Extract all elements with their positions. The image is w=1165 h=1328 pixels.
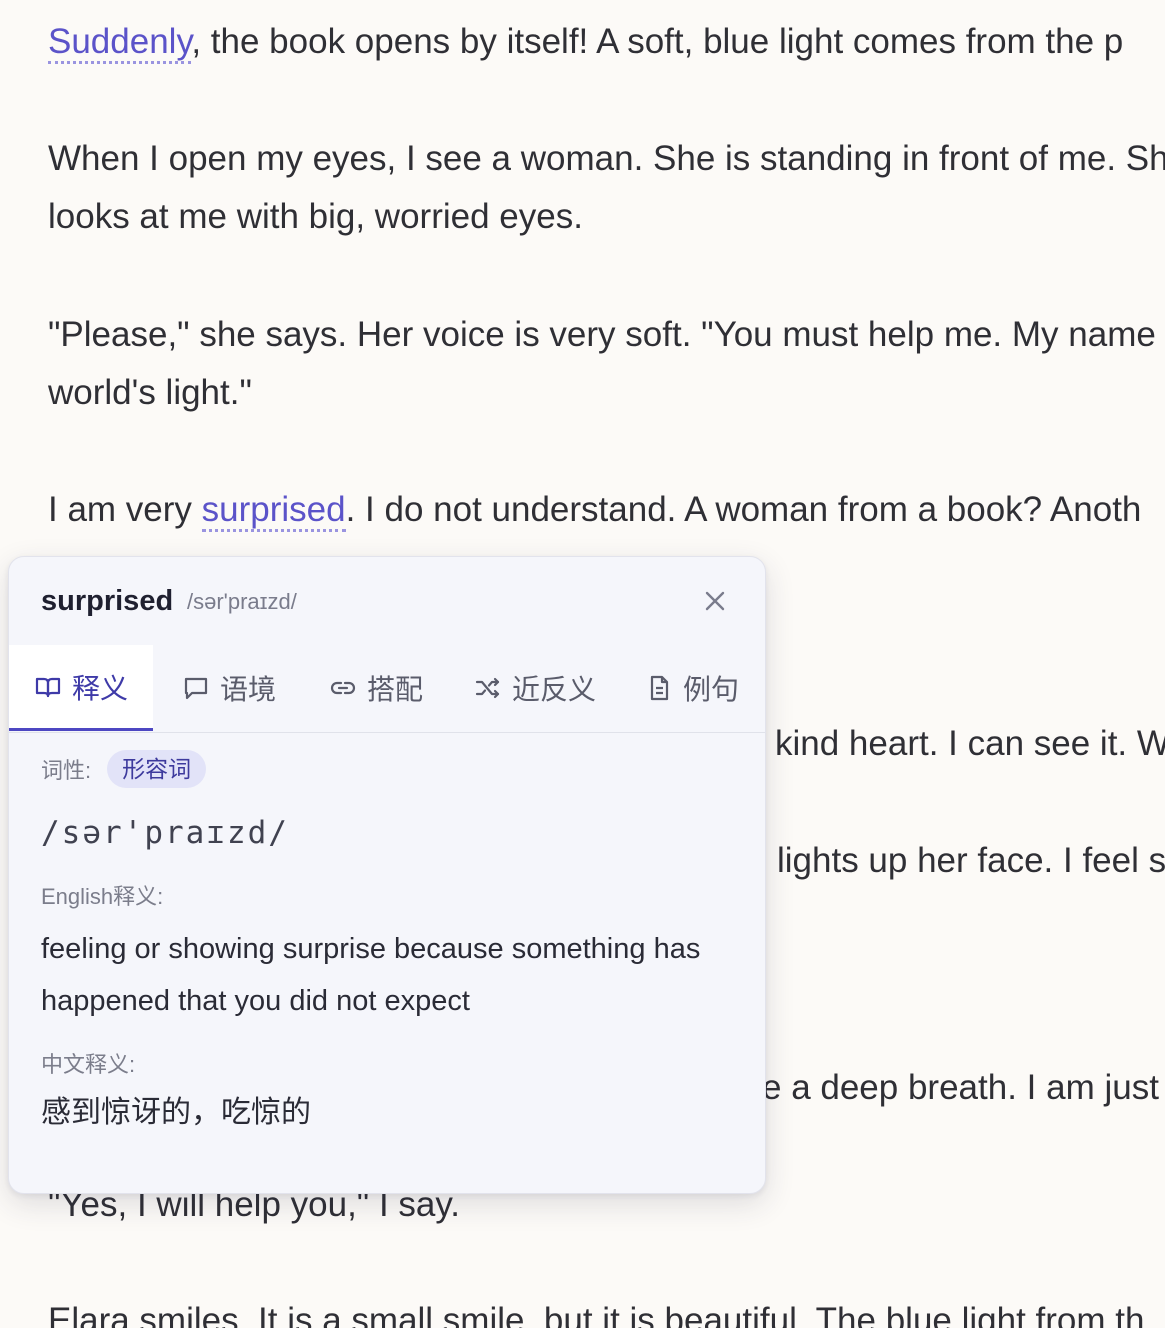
paragraph-4: I am very surprised. I do not understand… xyxy=(48,481,1141,539)
popup-tabs: 释义 语境 搭配 近反义 例句 xyxy=(9,645,765,733)
document-icon xyxy=(650,675,669,701)
paragraph-text: . I do not understand. A woman from a bo… xyxy=(345,490,1142,529)
paragraph-3-line-1: "Please," she says. Her voice is very so… xyxy=(48,315,1156,354)
chinese-definition: 感到惊讶的，吃惊的 xyxy=(41,1096,311,1129)
close-icon xyxy=(705,591,725,611)
tab-label: 释义 xyxy=(71,672,128,704)
link-icon xyxy=(330,681,356,695)
paragraph-3-line-2: world's light." xyxy=(48,373,252,412)
tab-label: 搭配 xyxy=(366,674,423,705)
pos-label: 词性: xyxy=(41,758,92,783)
tab-synonyms[interactable]: 近反义 xyxy=(455,645,615,731)
book-open-icon xyxy=(35,677,61,697)
english-definition: feeling or showing surprise because some… xyxy=(41,933,701,1017)
ipa-transcription: /sər'praɪzd/ xyxy=(41,815,289,851)
close-button[interactable] xyxy=(699,585,731,617)
paragraph-text: , the book opens by itself! A soft, blue… xyxy=(191,22,1124,61)
popup-word: surprised xyxy=(41,585,174,617)
tab-examples[interactable]: 例句 xyxy=(627,645,757,731)
tab-label: 例句 xyxy=(682,674,739,705)
paragraph-last: Elara smiles. It is a small smile, but i… xyxy=(48,1301,1145,1328)
pos-badge: 形容词 xyxy=(107,750,207,788)
tab-label: 语境 xyxy=(219,674,276,705)
tab-definition[interactable]: 释义 xyxy=(9,645,153,731)
english-definition-label: English释义: xyxy=(41,884,164,909)
paragraph-1: Suddenly, the book opens by itself! A so… xyxy=(48,13,1123,71)
paragraph-2-line-2: looks at me with big, worried eyes. xyxy=(48,197,583,236)
popup-phonetic: /sər'praɪzd/ xyxy=(187,589,297,614)
tab-label: 近反义 xyxy=(511,674,596,705)
chat-bubble-icon xyxy=(184,677,208,700)
paragraph-fragment: lights up her face. I feel s xyxy=(777,841,1165,880)
chinese-definition-label: 中文释义: xyxy=(41,1052,136,1077)
tab-context[interactable]: 语境 xyxy=(163,645,295,731)
paragraph-fragment: kind heart. I can see it. W xyxy=(775,724,1165,763)
paragraph-fragment: e a deep breath. I am just xyxy=(762,1068,1159,1107)
vocab-word-suddenly[interactable]: Suddenly xyxy=(48,22,192,64)
vocab-word-surprised[interactable]: surprised xyxy=(201,490,346,532)
tab-collocations[interactable]: 搭配 xyxy=(307,645,445,731)
paragraph-2-line-1: When I open my eyes, I see a woman. She … xyxy=(48,139,1165,178)
part-of-speech-row: 词性: 形容词 xyxy=(41,749,207,789)
word-definition-popup: surprised /sər'praɪzd/ 释义 语境 搭配 近反义 例句 词… xyxy=(8,556,766,1194)
popup-header: surprised /sər'praɪzd/ xyxy=(9,557,765,645)
shuffle-icon xyxy=(475,677,500,699)
paragraph-text: I am very xyxy=(48,490,202,529)
